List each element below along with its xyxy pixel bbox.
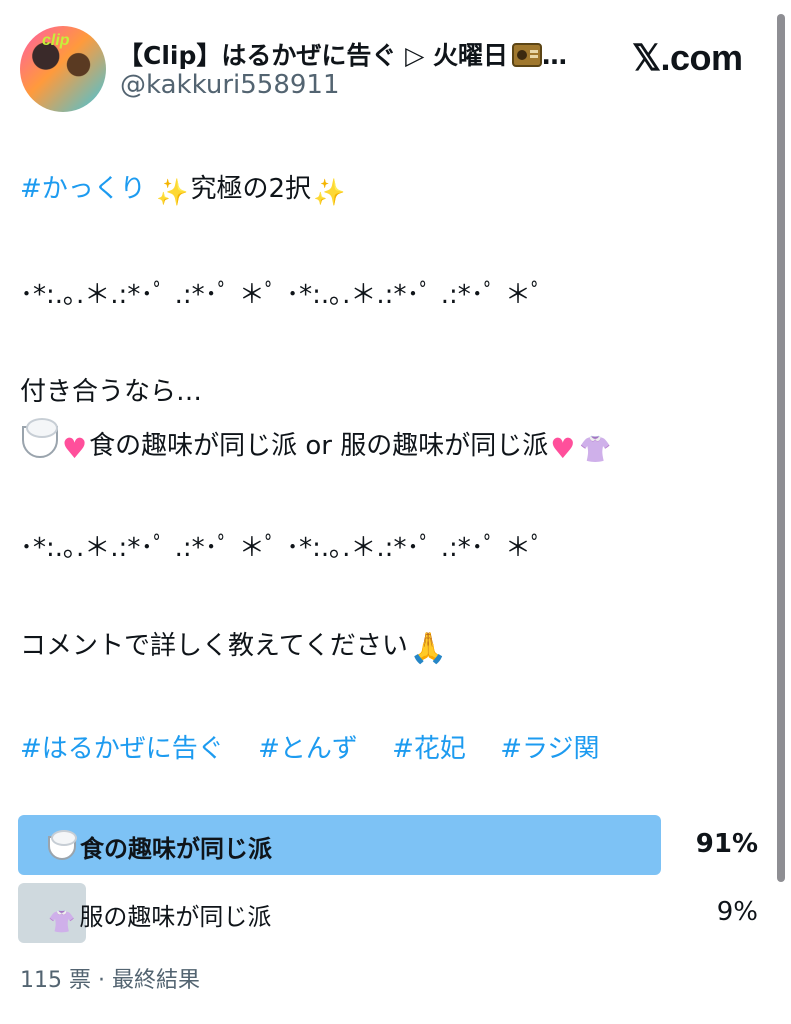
tweet-title: 究極の2択: [190, 174, 311, 204]
tweet-request-line: コメントで詳しく教えてください🙏: [20, 625, 449, 666]
poll-percent: 91%: [695, 829, 758, 859]
rice-bowl-icon: [22, 418, 58, 458]
sparkles-icon: ✨: [312, 178, 346, 208]
hashtag-link[interactable]: #ラジ関: [500, 734, 599, 764]
tweet-request: コメントで詳しく教えてください: [20, 631, 408, 661]
heart-icon: ♥: [62, 432, 88, 465]
poll-option-text: 服の趣味が同じ派: [79, 903, 272, 931]
poll-option[interactable]: 👚 服の趣味が同じ派 9%: [18, 883, 758, 943]
poll-status: 最終結果: [112, 968, 201, 993]
hashtag-link[interactable]: #花妃: [392, 734, 466, 764]
avatar-tag: clip: [42, 32, 70, 49]
tweet-intro: 付き合うなら…: [20, 377, 203, 407]
tweet-choice-line: ♥食の趣味が同じ派 or 服の趣味が同じ派♥ 👚: [20, 418, 614, 465]
poll-footer: 115 票 · 最終結果: [20, 962, 200, 994]
radio-icon: [512, 43, 543, 67]
hashtag-link[interactable]: #かっくり: [20, 174, 146, 204]
vote-count: 115 票: [20, 968, 91, 993]
poll-option-label: 👚 服の趣味が同じ派: [46, 897, 271, 935]
x-logo-icon[interactable]: 𝕏.com: [632, 37, 743, 79]
poll-option-label: 食の趣味が同じ派: [46, 829, 272, 864]
tweet-choice: 食の趣味が同じ派 or 服の趣味が同じ派: [89, 431, 549, 461]
display-name[interactable]: 【Clip】はるかぜに告ぐ ▷ 火曜日 …: [118, 36, 567, 72]
tweet-title-line: #かっくり ✨究極の2択✨: [20, 168, 347, 208]
footer-separator: ·: [98, 968, 105, 993]
tweet-divider: ･*:.｡.＊.:*･ﾟ .:*･ﾟ ＊ﾟ ･*:.｡.＊.:*･ﾟ .:*･ﾟ…: [20, 280, 544, 310]
hashtag-link[interactable]: #とんず: [258, 734, 358, 764]
user-handle[interactable]: @kakkuri558911: [120, 70, 340, 100]
hashtag-list: #はるかぜに告ぐ #とんず #花妃 #ラジ関: [20, 728, 599, 765]
scrollbar[interactable]: [777, 14, 785, 882]
tweet-divider: ･*:.｡.＊.:*･ﾟ .:*･ﾟ ＊ﾟ ･*:.｡.＊.:*･ﾟ .:*･ﾟ…: [20, 533, 544, 563]
blouse-icon: 👚: [579, 435, 612, 465]
display-name-ellipsis: …: [542, 41, 568, 70]
poll-option-text: 食の趣味が同じ派: [80, 835, 272, 863]
praying-hands-icon: 🙏: [409, 631, 448, 666]
avatar[interactable]: clip: [20, 26, 106, 112]
display-name-text: 【Clip】はるかぜに告ぐ ▷ 火曜日: [118, 41, 509, 70]
poll-option[interactable]: 食の趣味が同じ派 91%: [18, 815, 758, 875]
rice-bowl-icon: [48, 830, 77, 860]
hashtag-link[interactable]: #はるかぜに告ぐ: [20, 734, 224, 764]
blouse-icon: 👚: [48, 910, 76, 935]
heart-icon: ♥: [550, 432, 576, 465]
sparkles-icon: ✨: [156, 178, 189, 208]
poll-percent: 9%: [716, 897, 758, 927]
